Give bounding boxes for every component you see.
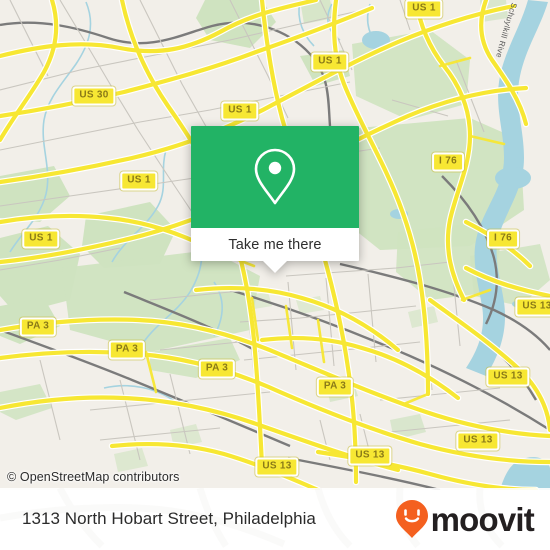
highway-shield: US 13 [456,431,500,451]
highway-shield: PA 3 [19,317,57,337]
take-me-there-button[interactable]: Take me there [191,228,359,261]
highway-shield: US 13 [515,297,550,317]
highway-shield: US 30 [72,86,116,106]
osm-attribution[interactable]: © OpenStreetMap contributors [7,470,180,484]
location-popup-card[interactable]: Take me there [191,126,359,273]
highway-shield: US 1 [22,229,60,249]
highway-shield: US 13 [255,457,299,477]
highway-shield: PA 3 [198,359,236,379]
bottom-info-bar: 1313 North Hobart Street, Philadelphia m… [0,488,550,550]
highway-shield: US 13 [486,367,530,387]
highway-shield: I 76 [487,229,519,249]
highway-shield: US 1 [405,0,443,19]
moovit-smiley-pin-icon [395,500,428,538]
moovit-wordmark: moovit [430,500,535,538]
map-pin-icon [254,148,296,205]
highway-shield: US 1 [221,101,259,121]
highway-shield: PA 3 [108,340,146,360]
popup-pointer [263,261,287,273]
highway-shield: PA 3 [316,377,354,397]
address-label: 1313 North Hobart Street, Philadelphia [22,509,316,528]
highway-shield: US 13 [348,446,392,466]
highway-shield: US 1 [120,171,158,191]
moovit-logo[interactable]: moovit [395,499,535,539]
highway-shield: I 76 [432,152,464,172]
highway-shield: US 1 [311,52,349,72]
popup-header [191,126,359,228]
map-screenshot: Schuylkill River US 1US 1US 30US 1US 1I … [0,0,550,550]
